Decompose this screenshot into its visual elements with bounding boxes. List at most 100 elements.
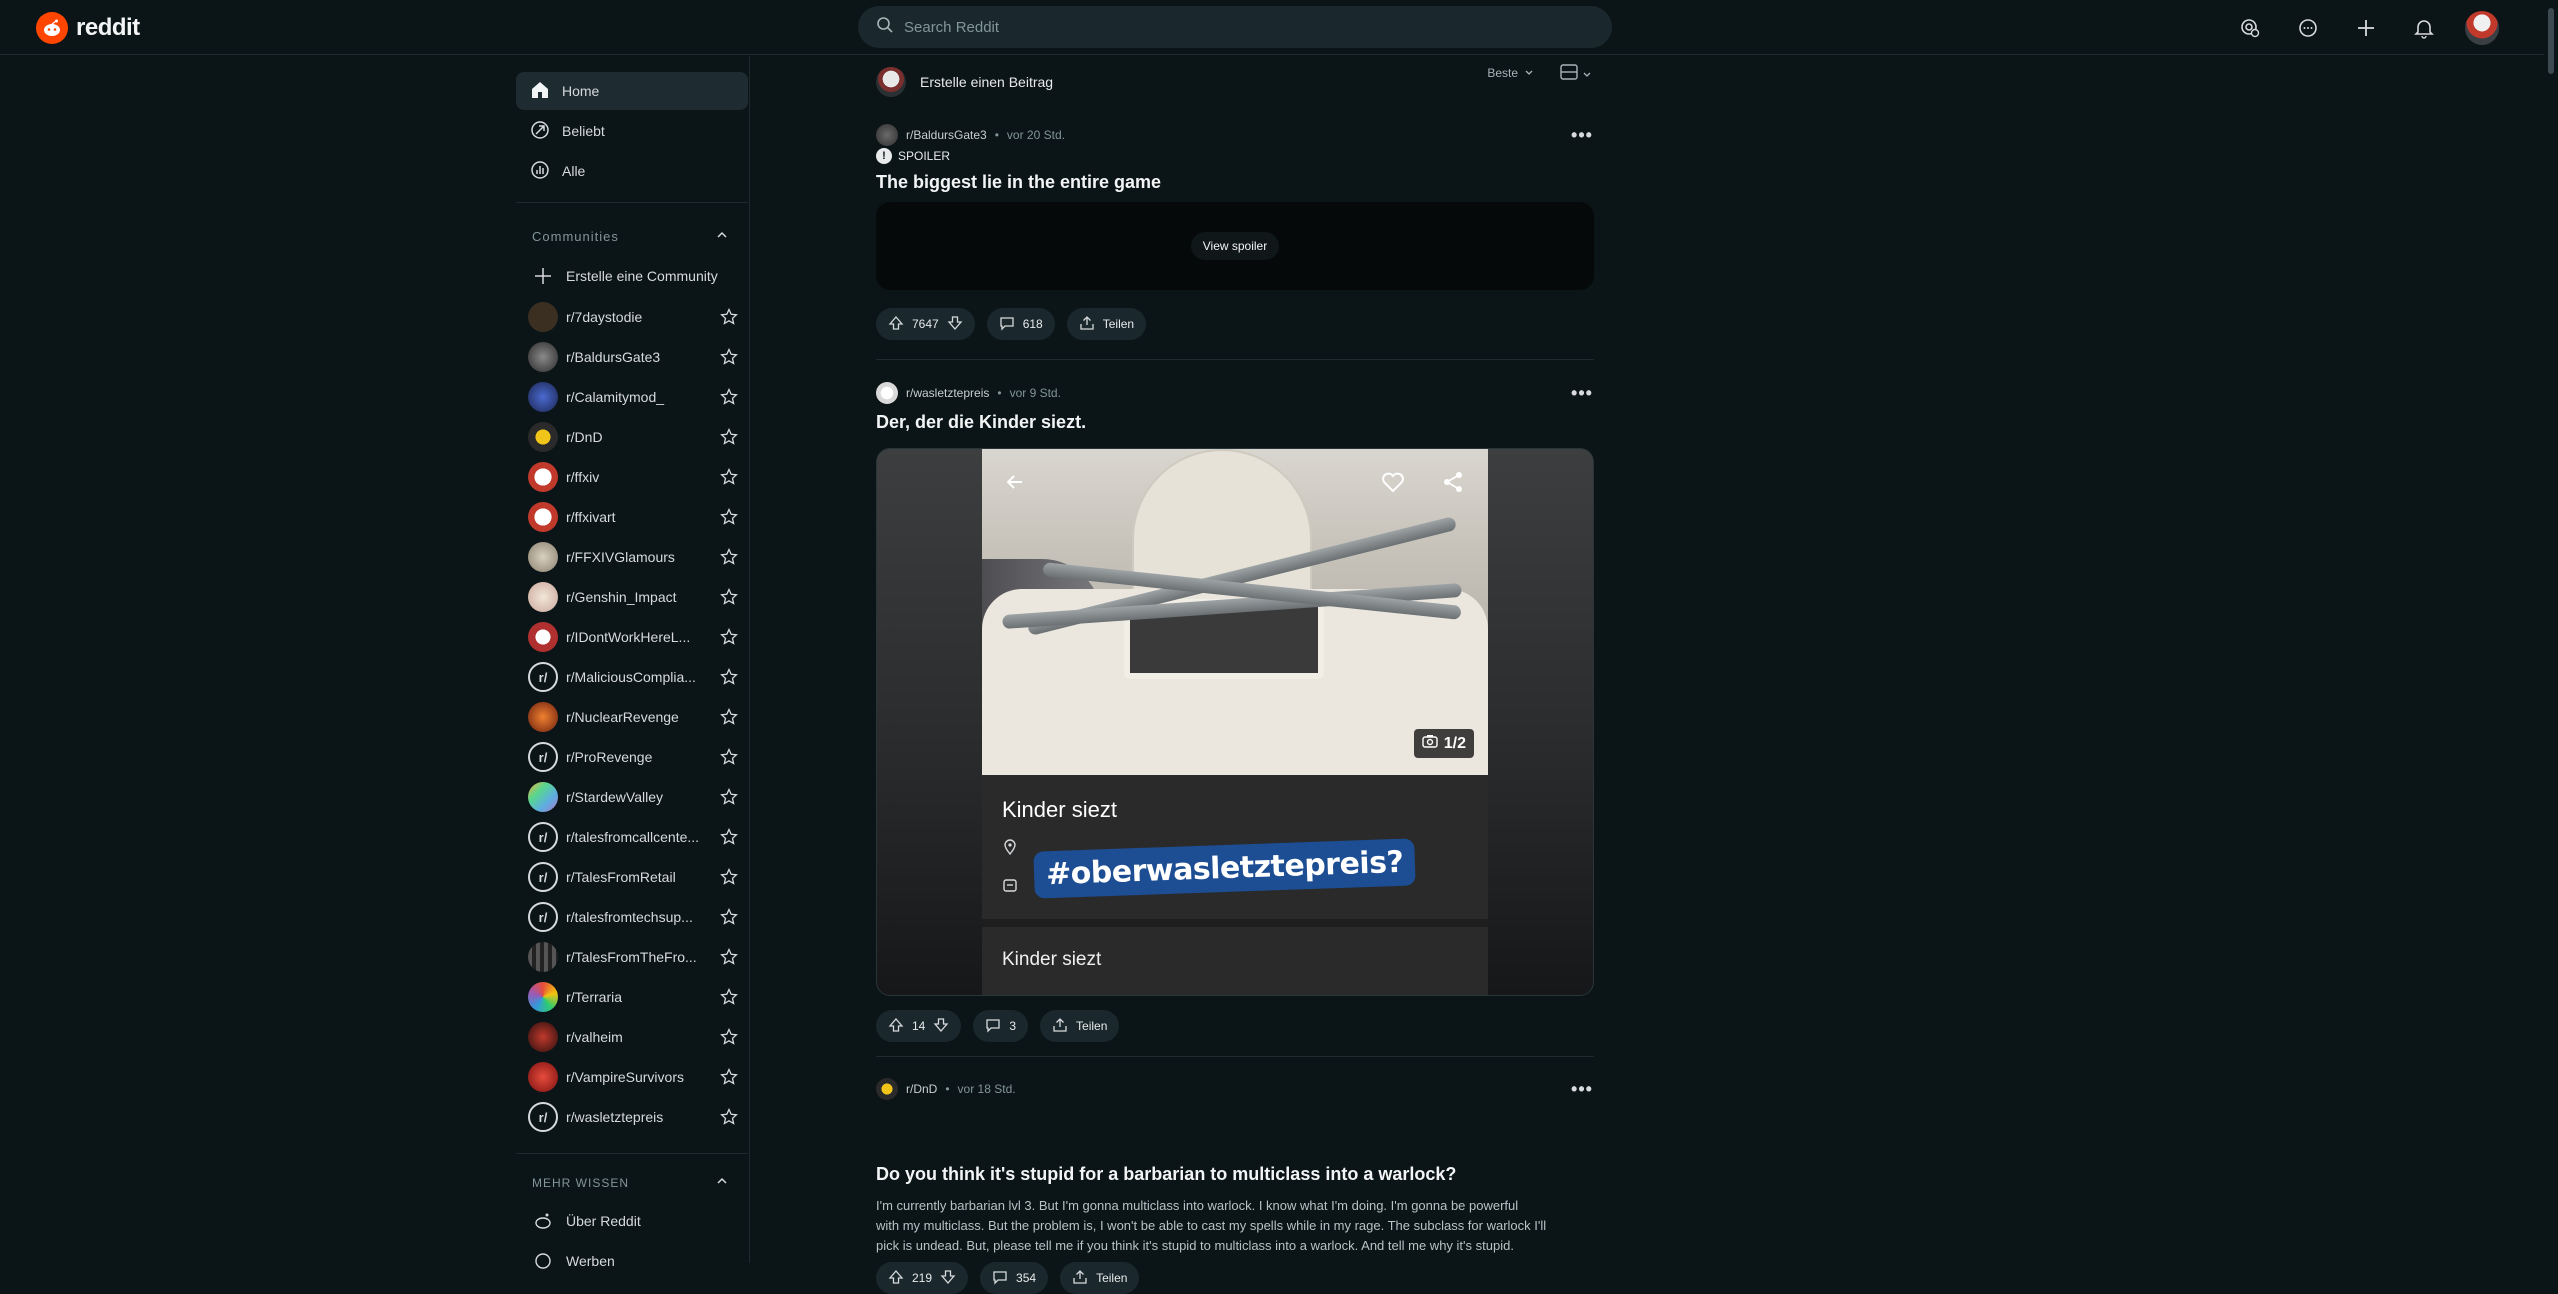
post-image-gallery[interactable]: 1/2 Kinder siezt #oberwasletztepreis? Ki… — [876, 448, 1594, 996]
subreddit-link[interactable]: r/DnD — [906, 1082, 937, 1096]
post-title[interactable]: The biggest lie in the entire game — [876, 172, 1161, 193]
favorite-star-icon[interactable] — [720, 867, 738, 886]
community-name: r/TalesFromTheFro... — [566, 949, 697, 965]
upvote-icon[interactable] — [888, 1269, 904, 1288]
favorite-star-icon[interactable] — [720, 587, 738, 606]
favorite-star-icon[interactable] — [720, 667, 738, 686]
favorite-star-icon[interactable] — [720, 547, 738, 566]
subreddit-avatar[interactable] — [876, 1078, 898, 1100]
sidebar-community-item[interactable]: r/r/ProRevenge — [528, 740, 746, 774]
downvote-icon[interactable] — [947, 315, 963, 334]
sidebar-community-item[interactable]: r/Genshin_Impact — [528, 580, 746, 614]
more-options-icon[interactable]: ••• — [1570, 124, 1594, 146]
view-spoiler-button[interactable]: View spoiler — [1190, 232, 1280, 260]
favorite-star-icon[interactable] — [720, 507, 738, 526]
favorite-star-icon[interactable] — [720, 987, 738, 1006]
chevron-up-icon[interactable] — [715, 1174, 729, 1188]
sidebar-community-item[interactable]: r/valheim — [528, 1020, 746, 1054]
sidebar-community-item[interactable]: r/FFXIVGlamours — [528, 540, 746, 574]
post-card[interactable]: r/wasletztepreis • vor 9 Std. ••• Der, d… — [876, 382, 1594, 1082]
scrollbar-thumb[interactable] — [2548, 8, 2554, 74]
notifications-bell-icon[interactable] — [2406, 10, 2442, 46]
sort-dropdown[interactable]: Beste — [1487, 66, 1534, 80]
favorite-star-icon[interactable] — [720, 827, 738, 846]
sidebar-community-item[interactable]: r/r/talesfromcallcente... — [528, 820, 746, 854]
more-options-icon[interactable]: ••• — [1570, 1078, 1594, 1100]
subreddit-avatar[interactable] — [876, 382, 898, 404]
sidebar-community-item[interactable]: r/r/talesfromtechsup... — [528, 900, 746, 934]
favorite-star-icon[interactable] — [720, 467, 738, 486]
sidebar-community-item[interactable]: r/r/MaliciousComplia... — [528, 660, 746, 694]
more-heading[interactable]: MEHR WISSEN — [532, 1176, 629, 1190]
chevron-up-icon[interactable] — [715, 228, 729, 242]
reddit-logo[interactable]: reddit — [36, 12, 140, 44]
post-body: I'm currently barbarian lvl 3. But I'm g… — [876, 1196, 1594, 1256]
subreddit-avatar[interactable] — [876, 124, 898, 146]
chat-icon[interactable] — [2290, 10, 2326, 46]
search-input[interactable] — [904, 18, 1584, 36]
sidebar-community-item[interactable]: r/7daystodie — [528, 300, 746, 334]
favorite-star-icon[interactable] — [720, 1067, 738, 1086]
favorite-star-icon[interactable] — [720, 787, 738, 806]
downvote-icon[interactable] — [940, 1269, 956, 1288]
comments-button[interactable]: 618 — [986, 308, 1055, 340]
favorite-star-icon[interactable] — [720, 427, 738, 446]
nav-all[interactable]: Alle — [516, 152, 748, 190]
page-scrollbar[interactable] — [2544, 0, 2558, 1263]
nav-popular[interactable]: Beliebt — [516, 112, 748, 150]
post-card[interactable]: r/BaldursGate3 • vor 20 Std. ••• ! SPOIL… — [876, 124, 1594, 394]
favorite-star-icon[interactable] — [720, 707, 738, 726]
nav-home[interactable]: Home — [516, 72, 748, 110]
sidebar-item-about[interactable]: Über Reddit — [528, 1204, 746, 1238]
share-button[interactable]: Teilen — [1060, 1262, 1140, 1294]
spoiler-label: SPOILER — [898, 149, 951, 163]
sidebar-community-item[interactable]: r/StardewValley — [528, 780, 746, 814]
share-button[interactable]: Teilen — [1040, 1010, 1120, 1042]
sidebar-item-advertise[interactable]: Werben — [528, 1244, 746, 1278]
spoiler-content[interactable]: View spoiler — [876, 202, 1594, 290]
search-bar[interactable] — [858, 6, 1612, 48]
subreddit-link[interactable]: r/wasletztepreis — [906, 386, 989, 400]
vote-count: 7647 — [912, 317, 939, 331]
favorite-star-icon[interactable] — [720, 907, 738, 926]
sidebar-community-item[interactable]: r/Terraria — [528, 980, 746, 1014]
favorite-star-icon[interactable] — [720, 947, 738, 966]
sidebar-community-item[interactable]: r/r/TalesFromRetail — [528, 860, 746, 894]
sidebar-community-item[interactable]: r/ffxiv — [528, 460, 746, 494]
comments-button[interactable]: 354 — [980, 1262, 1049, 1294]
more-options-icon[interactable]: ••• — [1570, 382, 1594, 404]
upvote-icon[interactable] — [888, 1017, 904, 1036]
community-name: r/wasletztepreis — [566, 1109, 664, 1125]
downvote-icon[interactable] — [933, 1017, 949, 1036]
favorite-star-icon[interactable] — [720, 307, 738, 326]
sidebar-community-item[interactable]: r/VampireSurvivors — [528, 1060, 746, 1094]
favorite-star-icon[interactable] — [720, 1107, 738, 1126]
subreddit-link[interactable]: r/BaldursGate3 — [906, 128, 987, 142]
favorite-star-icon[interactable] — [720, 747, 738, 766]
favorite-star-icon[interactable] — [720, 1027, 738, 1046]
favorite-star-icon[interactable] — [720, 347, 738, 366]
create-community-button[interactable]: Erstelle eine Community — [528, 259, 746, 293]
advertise-icon[interactable] — [2232, 10, 2268, 46]
sidebar-community-item[interactable]: r/IDontWorkHereL... — [528, 620, 746, 654]
sidebar-community-item[interactable]: r/r/wasletztepreis — [528, 1100, 746, 1134]
sidebar-community-item[interactable]: r/ffxivart — [528, 500, 746, 534]
sidebar-community-item[interactable]: r/BaldursGate3 — [528, 340, 746, 374]
post-card[interactable]: r/DnD • vor 18 Std. ••• Do you think it'… — [876, 1078, 1594, 1294]
view-layout-toggle[interactable] — [1560, 64, 1592, 85]
comments-button[interactable]: 3 — [973, 1010, 1029, 1042]
favorite-star-icon[interactable] — [720, 387, 738, 406]
upvote-icon[interactable] — [888, 315, 904, 334]
create-plus-icon[interactable] — [2348, 10, 2384, 46]
user-avatar[interactable] — [2464, 10, 2500, 46]
sidebar-community-item[interactable]: r/TalesFromTheFro... — [528, 940, 746, 974]
share-button[interactable]: Teilen — [1066, 308, 1147, 340]
post-title[interactable]: Do you think it's stupid for a barbarian… — [876, 1164, 1456, 1185]
sidebar-community-item[interactable]: r/DnD — [528, 420, 746, 454]
create-post-row[interactable]: Erstelle einen Beitrag — [876, 64, 1594, 100]
favorite-star-icon[interactable] — [720, 627, 738, 646]
post-title[interactable]: Der, der die Kinder siezt. — [876, 412, 1086, 433]
sidebar-community-item[interactable]: r/NuclearRevenge — [528, 700, 746, 734]
communities-heading[interactable]: Communities — [532, 229, 619, 244]
sidebar-community-item[interactable]: r/Calamitymod_ — [528, 380, 746, 414]
